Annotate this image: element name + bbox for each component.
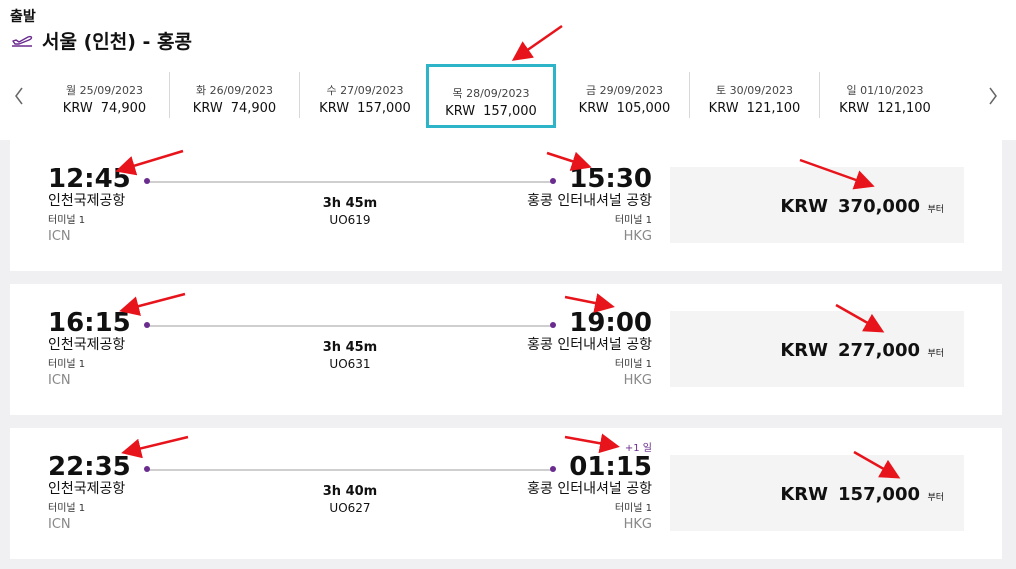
departure-code: ICN [48, 229, 71, 244]
route-end-dot [550, 466, 556, 472]
departure-terminal: 터미널 1 [48, 503, 86, 514]
departure-terminal: 터미널 1 [48, 359, 86, 370]
amount: 157,000 [357, 101, 411, 116]
arrival-code: HKG [623, 373, 652, 388]
date-tab[interactable]: 토 30/09/2023 KRW 121,100 [690, 72, 820, 118]
route-title: 서울 (인천) - 홍콩 [10, 27, 192, 54]
next-dates-button[interactable] [985, 84, 1001, 108]
amount: 121,100 [746, 101, 801, 116]
date-tab-date: 토 30/09/2023 [715, 84, 794, 97]
amount: 121,100 [877, 101, 931, 116]
departure-airport: 인천국제공항 [48, 337, 126, 353]
flight-duration: 3h 40m [322, 484, 378, 499]
plane-takeoff-icon [12, 35, 33, 47]
flight-card[interactable]: 16:15 인천국제공항 터미널 1 ICN 3h 45m UO631 19:0… [10, 284, 1002, 415]
route-start-dot [144, 322, 150, 328]
date-tab-date: 일 01/10/2023 [846, 84, 924, 97]
date-tab-price: KRW 74,900 [170, 101, 299, 116]
from-label: 부터 [927, 493, 944, 503]
fare-price: KRW 370,000 [780, 196, 920, 217]
date-tab-price: KRW 105,000 [560, 101, 689, 116]
from-label: 부터 [927, 205, 944, 215]
arrival-terminal: 터미널 1 [614, 215, 652, 226]
departure-label: 출발 [10, 9, 36, 25]
date-tab[interactable]: 화 26/09/2023 KRW 74,900 [170, 72, 300, 118]
chevron-right-icon [989, 87, 997, 105]
arrival-airport: 홍콩 인터내셔널 공항 [527, 337, 652, 353]
route-end-dot [550, 178, 556, 184]
amount: 277,000 [838, 340, 920, 361]
fare-price: KRW 157,000 [780, 484, 920, 505]
date-tab-price: KRW 121,100 [690, 101, 819, 116]
amount: 74,900 [230, 101, 277, 116]
date-selector: 월 25/09/2023 KRW 74,900 화 26/09/2023 KRW 7… [40, 62, 980, 128]
currency: KRW [780, 196, 829, 217]
amount: 105,000 [616, 101, 671, 116]
amount: 74,900 [100, 101, 147, 116]
date-tab-date: 수 27/09/2023 [326, 84, 404, 97]
date-tab-price: KRW 157,000 [300, 101, 430, 116]
amount: 157,000 [838, 484, 920, 505]
currency: KRW [192, 101, 223, 116]
date-tab-date: 목 28/09/2023 [452, 87, 530, 100]
from-label: 부터 [927, 349, 944, 359]
departure-code: ICN [48, 373, 71, 388]
fare-button[interactable]: KRW 277,000 부터 [670, 311, 964, 387]
date-tab[interactable]: 일 01/10/2023 KRW 121,100 [820, 72, 950, 118]
date-tab-price: KRW 121,100 [820, 101, 950, 116]
flight-number: UO619 [329, 213, 371, 227]
route-text: 서울 (인천) - 홍콩 [42, 31, 192, 53]
date-tab-date: 화 26/09/2023 [195, 84, 274, 97]
date-tab-date: 금 29/09/2023 [585, 84, 664, 97]
arrival-terminal: 터미널 1 [614, 503, 652, 514]
currency: KRW [62, 101, 93, 116]
flight-card[interactable]: 12:45 인천국제공항 터미널 1 ICN 3h 45m UO619 15:3… [10, 140, 1002, 271]
departure-terminal: 터미널 1 [48, 215, 86, 226]
chevron-left-icon [15, 87, 23, 105]
flight-duration: 3h 45m [322, 196, 378, 211]
date-tab-selected[interactable]: 목 28/09/2023 KRW 157,000 [426, 64, 556, 128]
departure-airport: 인천국제공항 [48, 481, 126, 497]
departure-code: ICN [48, 517, 71, 532]
arrival-terminal: 터미널 1 [614, 359, 652, 370]
arrival-code: HKG [623, 517, 652, 532]
route-end-dot [550, 322, 556, 328]
route-start-dot [144, 178, 150, 184]
fare-button[interactable]: KRW 157,000 부터 [670, 455, 964, 531]
amount: 370,000 [838, 196, 920, 217]
flight-duration: 3h 45m [322, 340, 378, 355]
route-line [147, 469, 553, 471]
flight-number: UO631 [329, 357, 371, 371]
flight-number: UO627 [329, 501, 371, 515]
route-line [147, 325, 553, 327]
date-tab[interactable]: 월 25/09/2023 KRW 74,900 [40, 72, 170, 118]
currency: KRW [839, 101, 870, 116]
date-tab-date: 월 25/09/2023 [65, 84, 144, 97]
arrival-airport: 홍콩 인터내셔널 공항 [527, 193, 652, 209]
date-tab[interactable]: 수 27/09/2023 KRW 157,000 [300, 72, 430, 118]
header: 출발 서울 (인천) - 홍콩 월 25/09/2023 KRW 74,900 화… [0, 0, 1016, 140]
date-tab-price: KRW 157,000 [429, 104, 553, 119]
arrival-airport: 홍콩 인터내셔널 공항 [527, 481, 652, 497]
amount: 157,000 [483, 104, 537, 119]
currency: KRW [578, 101, 609, 116]
fare-button[interactable]: KRW 370,000 부터 [670, 167, 964, 243]
currency: KRW [780, 484, 829, 505]
flight-card[interactable]: +1 일 22:35 인천국제공항 터미널 1 ICN 3h 40m UO627… [10, 428, 1002, 559]
prev-dates-button[interactable] [11, 84, 27, 108]
currency: KRW [319, 101, 350, 116]
currency: KRW [708, 101, 739, 116]
currency: KRW [780, 340, 829, 361]
route-start-dot [144, 466, 150, 472]
fare-price: KRW 277,000 [780, 340, 920, 361]
route-line [147, 181, 553, 183]
date-tab-price: KRW 74,900 [40, 101, 169, 116]
currency: KRW [445, 104, 476, 119]
date-tab[interactable]: 금 29/09/2023 KRW 105,000 [560, 72, 690, 118]
departure-airport: 인천국제공항 [48, 193, 126, 209]
arrival-code: HKG [623, 229, 652, 244]
